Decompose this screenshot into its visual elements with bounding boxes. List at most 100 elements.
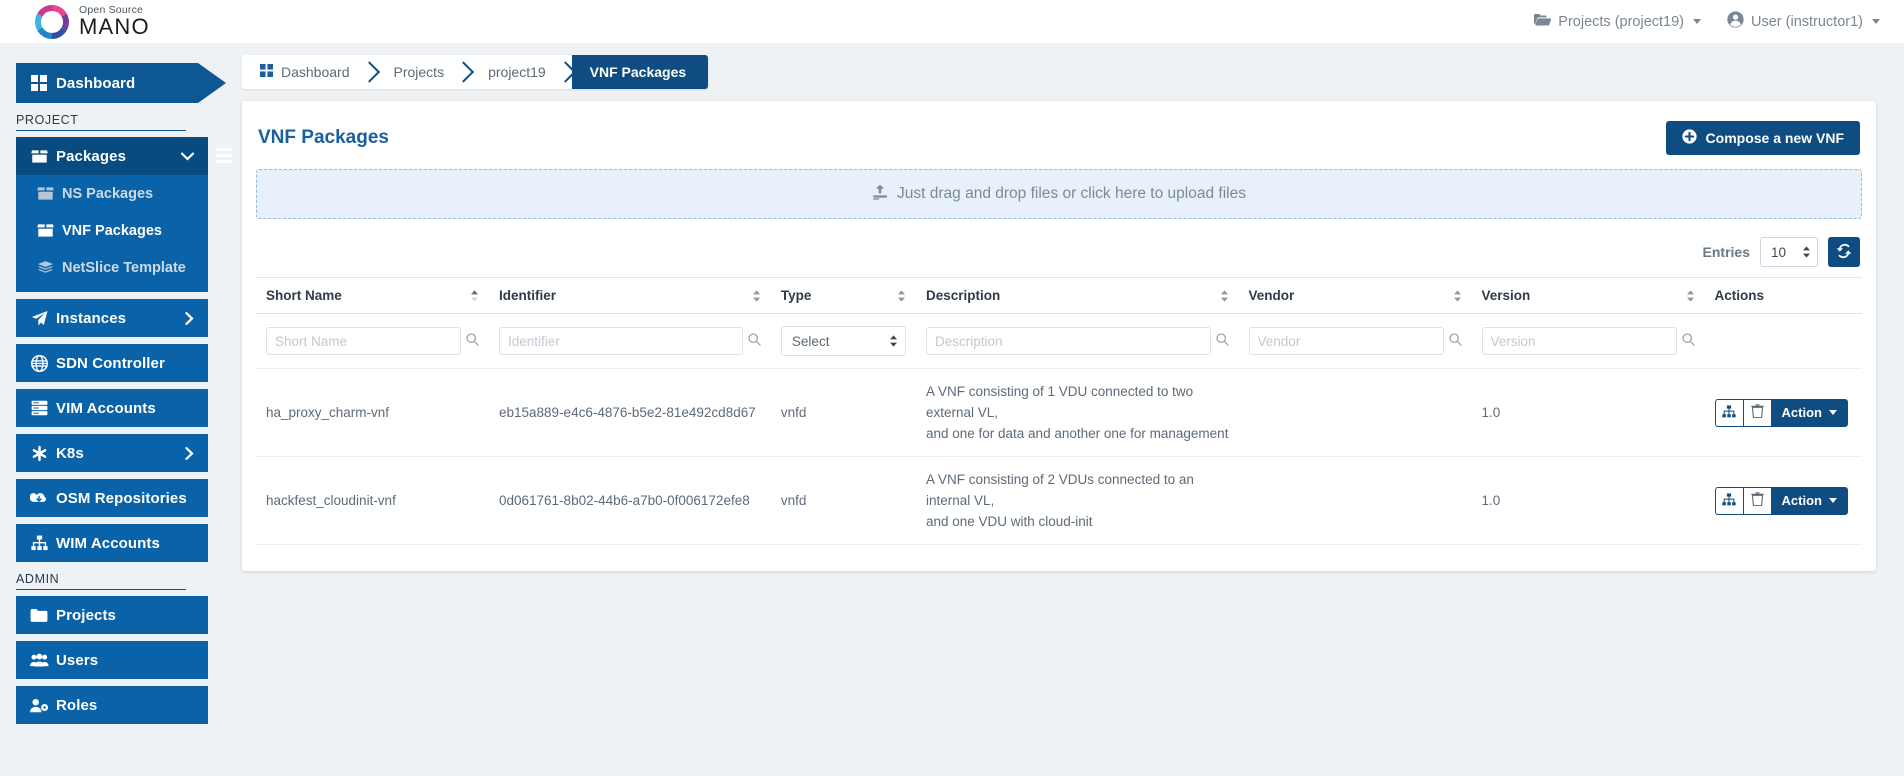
refresh-button[interactable] <box>1828 237 1860 267</box>
file-dropzone[interactable]: Just drag and drop files or click here t… <box>256 169 1862 219</box>
column-header-type[interactable]: Type <box>771 278 916 314</box>
breadcrumb-item-projects[interactable]: Projects <box>376 55 471 89</box>
sidebar-item-projects[interactable]: Projects <box>16 596 208 634</box>
type-filter-select[interactable]: Select <box>781 326 906 356</box>
column-header-actions: Actions <box>1705 278 1862 314</box>
brand-line-2: MANO <box>79 16 150 38</box>
chevron-down-icon <box>181 152 194 161</box>
search-icon[interactable] <box>1682 333 1695 349</box>
brand-logo[interactable]: Open Source MANO <box>0 4 150 40</box>
action-dropdown-button[interactable]: Action <box>1771 487 1848 515</box>
show-graph-button[interactable] <box>1715 399 1743 427</box>
trash-icon <box>1751 492 1764 509</box>
entries-value: 10 <box>1771 245 1786 260</box>
folder-open-icon <box>1534 12 1551 31</box>
sidebar-item-label: Roles <box>56 697 97 714</box>
sidebar-item-label: WIM Accounts <box>56 535 160 552</box>
sidebar-item-instances[interactable]: Instances <box>16 299 208 337</box>
projects-menu[interactable]: Projects (project19) <box>1534 12 1701 31</box>
filter-cell-identifier <box>489 314 771 369</box>
cell-actions: Action <box>1705 369 1862 457</box>
layers-icon <box>28 260 62 275</box>
search-icon[interactable] <box>748 333 761 349</box>
sidebar-item-sdn-controller[interactable]: SDN Controller <box>16 344 208 382</box>
sidebar-item-label: NS Packages <box>62 186 153 202</box>
sidebar-item-roles[interactable]: Roles <box>16 686 208 724</box>
breadcrumb: Dashboard Projects project19 VNF Package… <box>242 55 708 89</box>
server-icon <box>22 400 56 416</box>
delete-button[interactable] <box>1743 487 1771 515</box>
breadcrumb-item-vnf-packages[interactable]: VNF Packages <box>572 55 709 89</box>
entries-select[interactable]: 10 <box>1760 237 1818 267</box>
user-menu[interactable]: User (instructor1) <box>1727 11 1880 32</box>
user-menu-label: User (instructor1) <box>1751 14 1863 30</box>
sidebar-item-users[interactable]: Users <box>16 641 208 679</box>
sidebar-item-label: Packages <box>56 148 126 165</box>
description-line-2: and one VDU with cloud-init <box>926 511 1229 532</box>
column-header-label: Short Name <box>266 288 342 303</box>
chevron-down-icon <box>1829 410 1837 415</box>
sidebar-item-vim-accounts[interactable]: VIM Accounts <box>16 389 208 427</box>
sidebar-item-label: NetSlice Template <box>62 260 186 276</box>
sidebar-item-wim-accounts[interactable]: WIM Accounts <box>16 524 208 562</box>
column-header-version[interactable]: Version <box>1472 278 1705 314</box>
column-header-short-name[interactable]: Short Name <box>256 278 489 314</box>
sidebar-item-osm-repositories[interactable]: OSM Repositories <box>16 479 208 517</box>
chevron-down-icon <box>1693 19 1701 24</box>
column-header-label: Identifier <box>499 288 556 303</box>
sidebar-item-ns-packages[interactable]: NS Packages <box>16 175 208 212</box>
column-header-identifier[interactable]: Identifier <box>489 278 771 314</box>
cell-short-name: ha_proxy_charm-vnf <box>256 369 489 457</box>
sidebar-item-label: K8s <box>56 445 84 462</box>
sidebar: Dashboard PROJECT Packages NS Packages <box>0 43 214 776</box>
entries-controls: Entries 10 <box>256 233 1862 277</box>
version-filter-input[interactable] <box>1482 327 1677 355</box>
sidebar-item-dashboard[interactable]: Dashboard <box>16 63 198 103</box>
column-header-description[interactable]: Description <box>916 278 1239 314</box>
description-filter-input[interactable] <box>926 327 1211 355</box>
cell-type: vnfd <box>771 457 916 545</box>
sidebar-item-vnf-packages[interactable]: VNF Packages <box>16 212 208 249</box>
row-action-group: Action <box>1715 487 1848 515</box>
action-dropdown-button[interactable]: Action <box>1771 399 1848 427</box>
search-icon[interactable] <box>1216 333 1229 349</box>
sort-icon <box>897 290 906 302</box>
top-bar: Open Source MANO Projects (project19) Us… <box>0 0 1904 43</box>
show-graph-button[interactable] <box>1715 487 1743 515</box>
delete-button[interactable] <box>1743 399 1771 427</box>
table-row: ha_proxy_charm-vnf eb15a889-e4c6-4876-b5… <box>256 369 1862 457</box>
breadcrumb-item-dashboard[interactable]: Dashboard <box>242 55 376 89</box>
chevron-up-down-icon <box>889 335 898 347</box>
sidebar-item-label: VNF Packages <box>62 223 162 239</box>
sidebar-section-admin: ADMIN <box>16 572 186 590</box>
column-header-vendor[interactable]: Vendor <box>1239 278 1472 314</box>
search-icon[interactable] <box>1449 333 1462 349</box>
column-header-label: Description <box>926 288 1000 303</box>
chevron-right-icon <box>185 447 194 460</box>
identifier-filter-input[interactable] <box>499 327 743 355</box>
compose-new-vnf-button[interactable]: Compose a new VNF <box>1666 121 1860 155</box>
vendor-filter-input[interactable] <box>1249 327 1444 355</box>
description-line-1: A VNF consisting of 2 VDUs connected to … <box>926 469 1229 511</box>
description-line-1: A VNF consisting of 1 VDU connected to t… <box>926 381 1229 423</box>
search-icon[interactable] <box>466 333 479 349</box>
sidebar-item-netslice-template[interactable]: NetSlice Template <box>16 249 208 286</box>
cell-version: 1.0 <box>1472 457 1705 545</box>
cell-identifier: eb15a889-e4c6-4876-b5e2-81e492cd8d67 <box>489 369 771 457</box>
sidebar-toggle-button[interactable] <box>214 143 236 167</box>
folder-icon <box>22 608 56 623</box>
sort-icon <box>1686 290 1695 302</box>
paper-plane-icon <box>22 310 56 327</box>
breadcrumb-item-project19[interactable]: project19 <box>470 55 572 89</box>
top-nav: Projects (project19) User (instructor1) <box>1534 11 1904 32</box>
sidebar-item-k8s[interactable]: K8s <box>16 434 208 472</box>
sidebar-item-label: OSM Repositories <box>56 490 187 507</box>
cloud-download-icon <box>22 491 56 506</box>
sidebar-item-packages[interactable]: Packages <box>16 137 208 175</box>
users-icon <box>22 653 56 667</box>
filter-cell-type: Select <box>771 314 916 369</box>
plus-circle-icon <box>1682 129 1697 147</box>
sitemap-icon <box>1722 405 1736 421</box>
short-name-filter-input[interactable] <box>266 327 461 355</box>
cell-actions: Action <box>1705 457 1862 545</box>
